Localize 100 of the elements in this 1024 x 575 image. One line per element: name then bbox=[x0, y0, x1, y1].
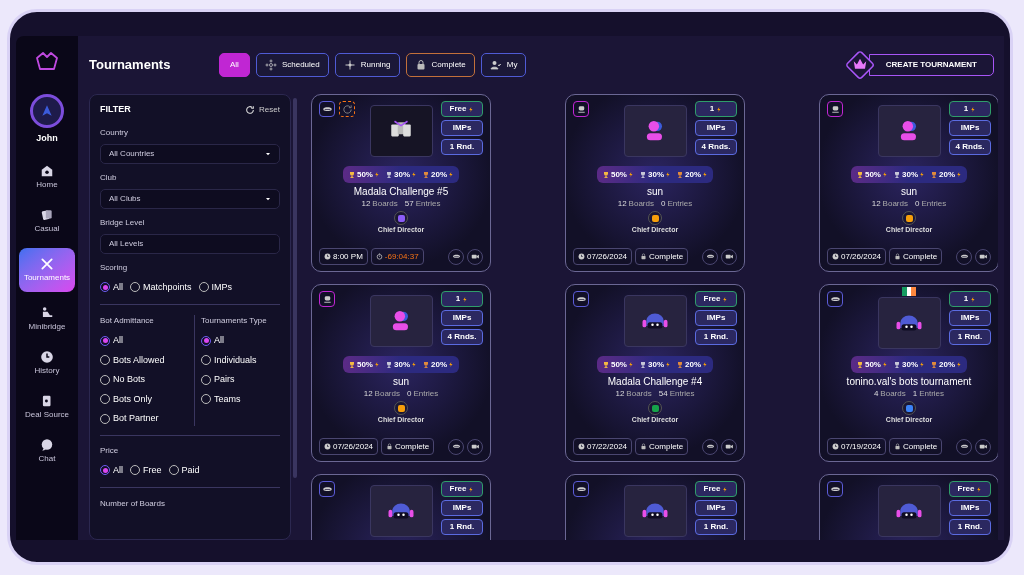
clock-icon bbox=[832, 443, 839, 450]
radio-option[interactable]: Paid bbox=[168, 463, 200, 477]
dropdown[interactable]: All Clubs bbox=[100, 188, 280, 209]
info-tag: IMPs bbox=[695, 500, 737, 516]
time-chip: 07/26/2024 bbox=[573, 248, 633, 265]
nav-item[interactable]: History bbox=[18, 345, 76, 380]
filter-tab[interactable]: My bbox=[480, 53, 527, 77]
mask-icon bbox=[705, 442, 715, 451]
robot-button[interactable] bbox=[827, 101, 843, 117]
nodes-icon bbox=[264, 59, 277, 71]
radio-option[interactable]: Free bbox=[130, 463, 162, 477]
radio-option[interactable]: All bbox=[100, 280, 123, 294]
price-tag: 1 bbox=[441, 291, 483, 307]
status-chip: Complete bbox=[635, 438, 689, 455]
prize-share: 30% bbox=[394, 358, 410, 371]
radio-option[interactable]: All bbox=[201, 334, 280, 348]
nav-item[interactable]: Minibridge bbox=[18, 301, 76, 336]
field-label: Bridge Level bbox=[100, 216, 146, 229]
tournament-title: Madala Challenge #5 bbox=[352, 185, 450, 198]
status-chip: Complete bbox=[381, 438, 435, 455]
radio-option[interactable]: Pairs bbox=[201, 373, 280, 387]
prize-share: 50% bbox=[610, 358, 627, 371]
info-tag: 1 Rnd. bbox=[695, 519, 737, 535]
prize-share: 20% bbox=[431, 358, 447, 371]
filter-tab[interactable]: All bbox=[219, 53, 250, 77]
radio-option[interactable]: Bots Only bbox=[100, 392, 190, 406]
nav-item[interactable]: Tournaments bbox=[19, 247, 75, 292]
mask-button[interactable] bbox=[573, 481, 589, 497]
bolt-icon bbox=[919, 361, 925, 368]
filter-tab[interactable]: Running bbox=[334, 53, 400, 77]
info-tag: 1 Rnd. bbox=[695, 329, 737, 345]
radio-option[interactable]: Bot Partner bbox=[100, 412, 190, 426]
mask-button[interactable] bbox=[573, 291, 589, 307]
bolt-icon bbox=[628, 361, 634, 368]
lock-icon bbox=[894, 443, 902, 450]
entry-count: 0 Entries bbox=[914, 198, 947, 210]
lock-icon bbox=[386, 443, 394, 450]
info-tag: 4 Rnds. bbox=[949, 139, 991, 155]
radio-option[interactable]: IMPs bbox=[198, 280, 233, 294]
time-chip: 07/22/2024 bbox=[573, 438, 633, 455]
price-tag: Free bbox=[695, 291, 737, 307]
group-label: Tournaments Type bbox=[201, 315, 268, 327]
trophy-icon bbox=[930, 360, 938, 369]
input-field[interactable]: All Levels bbox=[100, 233, 280, 254]
info-tag: IMPs bbox=[441, 500, 483, 516]
robot-button[interactable] bbox=[573, 101, 589, 117]
filter-title: FILTER bbox=[100, 103, 131, 116]
chat-bubble-icon bbox=[40, 438, 54, 452]
nav-item[interactable]: Home bbox=[18, 159, 76, 194]
entry-count: 0 Entries bbox=[660, 198, 693, 210]
prize-share: 20% bbox=[685, 358, 701, 371]
radio-option[interactable]: Matchpoints bbox=[130, 280, 192, 294]
bolt-icon bbox=[976, 485, 983, 493]
group-label: Bot Admittance bbox=[100, 315, 155, 327]
mask-button[interactable] bbox=[827, 481, 843, 497]
radio-option[interactable]: All bbox=[100, 334, 190, 348]
robot-button[interactable] bbox=[319, 291, 335, 307]
nav-item[interactable]: Deal Source bbox=[18, 389, 76, 424]
bolt-icon bbox=[468, 485, 475, 493]
mask-button[interactable] bbox=[319, 101, 335, 117]
refresh-button[interactable] bbox=[339, 101, 355, 117]
playing-cards-icon bbox=[40, 208, 54, 222]
filter-tab[interactable]: Scheduled bbox=[255, 53, 329, 77]
tournament-title: sun bbox=[645, 185, 665, 198]
lock-icon bbox=[640, 443, 648, 450]
mask-button[interactable] bbox=[319, 481, 335, 497]
radio-option[interactable]: Bots Allowed bbox=[100, 353, 190, 367]
reset-button[interactable]: Reset bbox=[245, 103, 280, 116]
board-count: 12 Boards bbox=[871, 198, 908, 210]
radio-option[interactable]: All bbox=[100, 463, 123, 477]
info-tag: 1 Rnd. bbox=[949, 329, 991, 345]
trophy-icon bbox=[855, 360, 864, 369]
bolt-icon bbox=[628, 171, 634, 178]
clock-icon bbox=[832, 253, 839, 260]
prize-share: 50% bbox=[864, 168, 881, 181]
dropdown[interactable]: All Countries bbox=[100, 143, 280, 164]
nav-item[interactable]: Chat bbox=[18, 433, 76, 468]
trophy-icon bbox=[676, 360, 684, 369]
board-count: 12 Boards bbox=[363, 388, 400, 400]
radio-option[interactable]: No Bots bbox=[100, 373, 190, 387]
bolt-icon bbox=[665, 361, 671, 368]
nav-item[interactable]: Casual bbox=[18, 203, 76, 238]
bolt-icon bbox=[722, 485, 729, 493]
prize-share: 20% bbox=[685, 168, 701, 181]
board-count: 12 Boards bbox=[361, 198, 398, 210]
trophy-icon bbox=[385, 360, 393, 369]
time-chip: 8:00 PM bbox=[319, 248, 368, 265]
bolt-icon bbox=[722, 295, 729, 303]
info-tag: 1 Rnd. bbox=[949, 519, 991, 535]
radio-option[interactable]: Teams bbox=[201, 392, 280, 406]
info-tag: IMPs bbox=[949, 310, 991, 326]
price-tag: 1 bbox=[949, 291, 991, 307]
board-count: 4 Boards bbox=[873, 388, 906, 400]
avatar[interactable] bbox=[30, 94, 64, 128]
mask-button[interactable] bbox=[827, 291, 843, 307]
bolt-icon bbox=[702, 171, 708, 178]
tournament-title: Madala Challenge #4 bbox=[606, 375, 704, 388]
prize-share: 30% bbox=[902, 358, 918, 371]
radio-option[interactable]: Individuals bbox=[201, 353, 280, 367]
filter-tab[interactable]: Complete bbox=[405, 53, 475, 77]
